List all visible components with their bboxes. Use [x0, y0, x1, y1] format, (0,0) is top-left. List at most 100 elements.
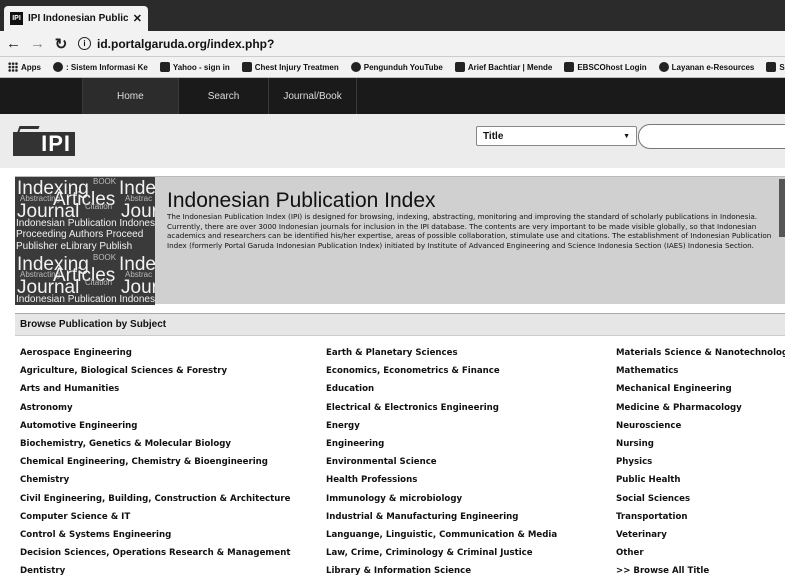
nav-search[interactable]: Search	[177, 78, 269, 114]
bookmark-label: Apps	[21, 62, 41, 72]
subject-link[interactable]: Energy	[326, 417, 557, 435]
bookmark-item[interactable]: SIPENMA	[766, 62, 785, 72]
subject-link[interactable]: Transportation	[616, 508, 785, 526]
subject-link[interactable]: Astronomy	[20, 399, 290, 417]
wordcloud-word: Indonesian Publication Indones	[16, 218, 155, 229]
bookmark-icon	[241, 62, 252, 72]
subject-link[interactable]: Languange, Linguistic, Communication & M…	[326, 526, 557, 544]
globe-icon	[53, 62, 63, 72]
subject-link[interactable]: Social Sciences	[616, 490, 785, 508]
wordcloud-word: Publisher eLibrary Publish	[16, 241, 133, 252]
ipi-logo[interactable]: IPI	[13, 126, 79, 156]
subject-link[interactable]: Control & Systems Engineering	[20, 526, 290, 544]
resources-icon	[658, 62, 669, 72]
wordcloud-word: BOOK	[93, 177, 117, 186]
url-field[interactable]: i id.portalgaruda.org/index.php?	[78, 37, 274, 51]
subject-link[interactable]: Education	[326, 380, 557, 398]
subject-link[interactable]: Agriculture, Biological Sciences & Fores…	[20, 362, 290, 380]
subject-link[interactable]: Nursing	[616, 435, 785, 453]
bookmarks-bar: Apps : Sistem Informasi Ke Yahoo - sign in…	[0, 57, 785, 78]
chevron-down-icon: ▼	[623, 132, 630, 140]
site-header: IPI Title ▼	[0, 114, 785, 168]
subject-link[interactable]: Health Professions	[326, 471, 557, 489]
subject-link[interactable]: Industrial & Manufacturing Engineering	[326, 508, 557, 526]
bookmark-item[interactable]: Yahoo - sign in	[159, 62, 230, 72]
bookmark-label: SIPENMA	[779, 62, 785, 72]
subject-link[interactable]: Veterinary	[616, 526, 785, 544]
logo-text: IPI	[13, 131, 75, 156]
subject-link[interactable]: Economics, Econometrics & Finance	[326, 362, 557, 380]
browse-by-subject: Browse Publication by Subject Aerospace …	[15, 313, 785, 584]
browser-tab-strip: IPI IPI Indonesian Publicatio ✕	[0, 0, 785, 31]
yahoo-icon	[159, 62, 170, 72]
downloader-icon	[350, 62, 361, 72]
search-type-value: Title	[483, 130, 504, 142]
bookmark-label: Yahoo - sign in	[172, 62, 230, 72]
bookmark-item[interactable]: : Sistem Informasi Ke	[53, 62, 148, 72]
search-input[interactable]	[638, 124, 785, 149]
subject-link[interactable]: Automotive Engineering	[20, 417, 290, 435]
bookmark-label: : Sistem Informasi Ke	[66, 62, 148, 72]
subject-column-2: Earth & Planetary Sciences Economics, Eco…	[326, 344, 557, 580]
search-type-select[interactable]: Title ▼	[476, 126, 637, 146]
subject-link[interactable]: >> Browse All Title	[616, 562, 785, 580]
subject-link[interactable]: Physics	[616, 453, 785, 471]
subject-link[interactable]: Environmental Science	[326, 453, 557, 471]
bookmark-label: Arief Bachtiar | Mende	[467, 62, 553, 72]
subject-link[interactable]: Arts and Humanities	[20, 380, 290, 398]
subject-link[interactable]: Civil Engineering, Building, Constructio…	[20, 490, 290, 508]
bookmark-item[interactable]: Apps	[8, 62, 41, 72]
forward-arrow-icon[interactable]: →	[30, 35, 45, 52]
subject-link[interactable]: Earth & Planetary Sciences	[326, 344, 557, 362]
nav-home[interactable]: Home	[82, 78, 178, 114]
subject-link[interactable]: Mechanical Engineering	[616, 380, 785, 398]
subject-link[interactable]: Neuroscience	[616, 417, 785, 435]
bookmark-item[interactable]: Arief Bachtiar | Mende	[454, 62, 553, 72]
nav-journal-book[interactable]: Journal/Book	[268, 78, 357, 114]
subject-link[interactable]: Computer Science & IT	[20, 508, 290, 526]
tab-title: IPI Indonesian Publicatio	[28, 13, 128, 24]
banner-title: Indonesian Publication Index	[167, 189, 436, 212]
subject-link[interactable]: Biochemistry, Genetics & Molecular Biolo…	[20, 435, 290, 453]
wordcloud-word: Proceeding Authors Proceed	[16, 229, 144, 240]
wordcloud-word: Indonesian Publication Indones	[16, 294, 155, 305]
wordcloud-image: IndexingBOOKIndexAbstractingArticlesAbst…	[15, 177, 155, 305]
bookmark-item[interactable]: Chest Injury Treatmen	[241, 62, 339, 72]
bookmark-item[interactable]: Pengunduh YouTube	[350, 62, 443, 72]
info-icon[interactable]: i	[78, 37, 91, 50]
bookmark-item[interactable]: EBSCOhost Login	[564, 62, 647, 72]
wordcloud-word: Citation	[85, 202, 113, 211]
wordcloud-word: BOOK	[93, 253, 117, 262]
subject-link[interactable]: Other	[616, 544, 785, 562]
subject-link[interactable]: Electrical & Electronics Engineering	[326, 399, 557, 417]
subject-column-3: Materials Science & Nanotechnology Mathem…	[616, 344, 785, 580]
subject-link[interactable]: Engineering	[326, 435, 557, 453]
address-bar: ← → ↻ i id.portalgaruda.org/index.php?	[0, 31, 785, 57]
ebsco-icon	[564, 62, 575, 72]
subject-column-1: Aerospace Engineering Agriculture, Biolog…	[20, 344, 290, 580]
url-text: id.portalgaruda.org/index.php?	[97, 36, 275, 51]
back-arrow-icon[interactable]: ←	[6, 35, 21, 52]
reload-icon[interactable]: ↻	[54, 35, 68, 53]
subject-link[interactable]: Chemistry	[20, 471, 290, 489]
bookmark-item[interactable]: Layanan e-Resources	[658, 62, 754, 72]
subject-link[interactable]: Aerospace Engineering	[20, 344, 290, 362]
subject-link[interactable]: Mathematics	[616, 362, 785, 380]
subject-link[interactable]: Public Health	[616, 471, 785, 489]
close-tab-icon[interactable]: ✕	[133, 12, 142, 25]
subject-link[interactable]: Dentistry	[20, 562, 290, 580]
bookmark-label: Pengunduh YouTube	[363, 62, 443, 72]
banner-scrollbar[interactable]	[779, 179, 785, 237]
subject-link[interactable]: Materials Science & Nanotechnology	[616, 344, 785, 362]
wordcloud-word: Citation	[85, 278, 113, 287]
subject-link[interactable]: Decision Sciences, Operations Research &…	[20, 544, 290, 562]
bookmark-label: EBSCOhost Login	[577, 62, 647, 72]
site-favicon-icon: IPI	[10, 12, 23, 25]
subject-link[interactable]: Library & Information Science	[326, 562, 557, 580]
subject-link[interactable]: Law, Crime, Criminology & Criminal Justi…	[326, 544, 557, 562]
browser-tab[interactable]: IPI IPI Indonesian Publicatio ✕	[4, 6, 148, 31]
bookmark-label: Chest Injury Treatmen	[254, 62, 339, 72]
subject-link[interactable]: Chemical Engineering, Chemistry & Bioeng…	[20, 453, 290, 471]
subject-link[interactable]: Immunology & microbiology	[326, 490, 557, 508]
subject-link[interactable]: Medicine & Pharmacology	[616, 399, 785, 417]
